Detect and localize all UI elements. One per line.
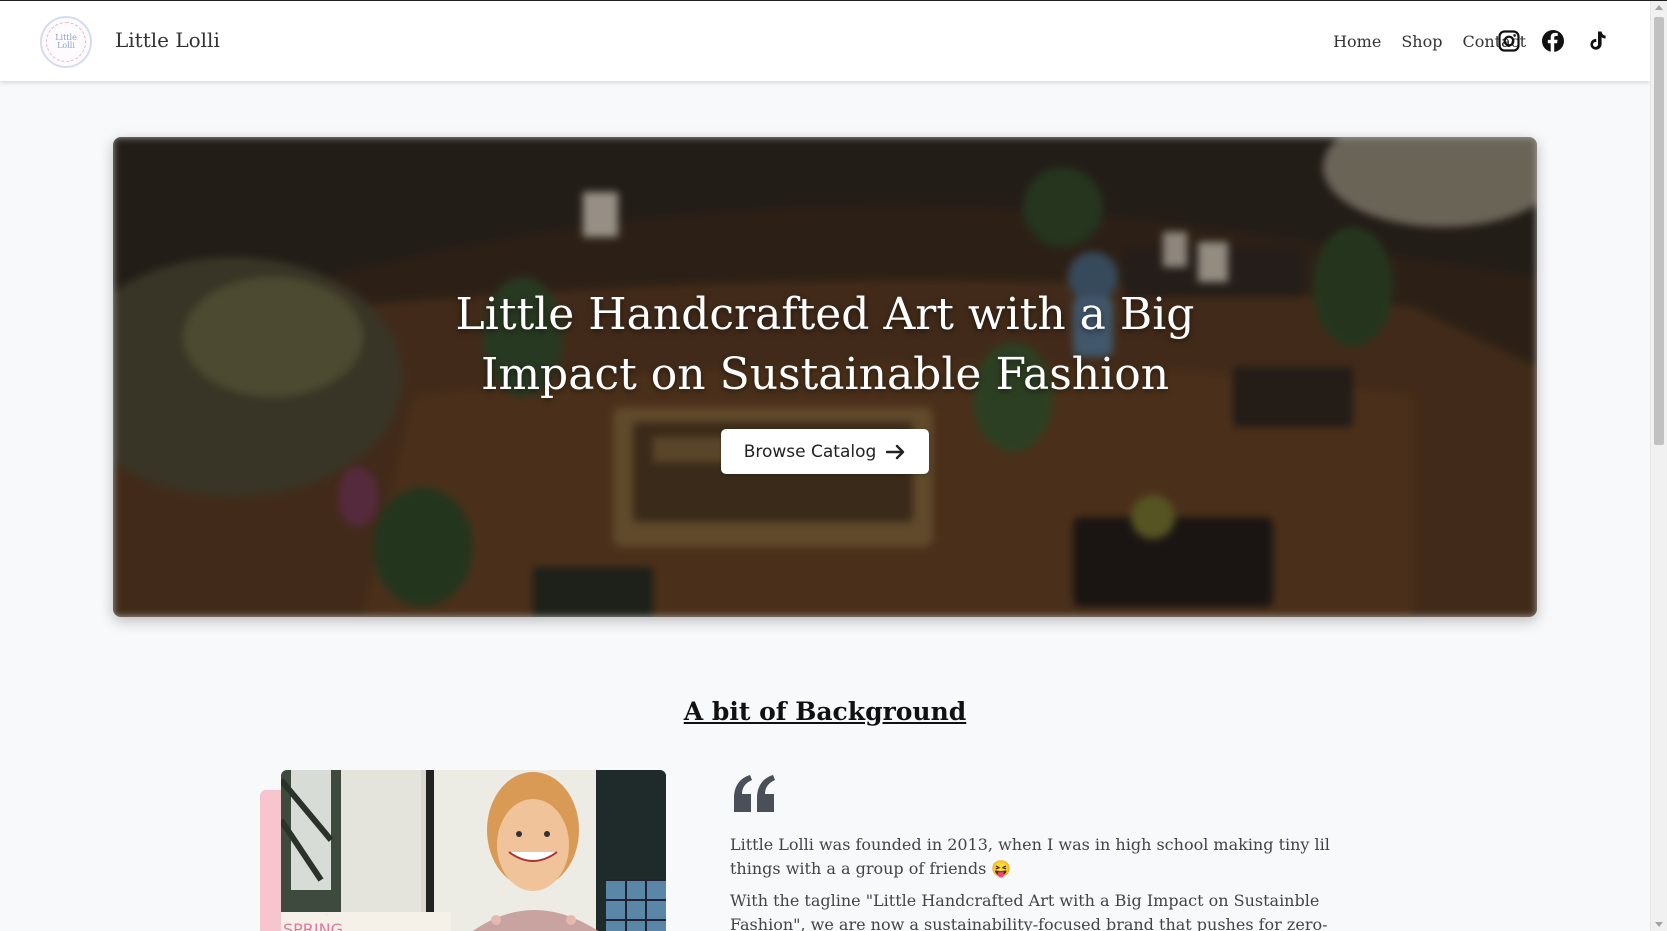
- quote-icon: [731, 768, 779, 816]
- section-title-background: A bit of Background: [683, 697, 967, 726]
- browse-catalog-button[interactable]: Browse Catalog: [721, 429, 929, 474]
- logo-text: Little Lolli: [46, 22, 86, 62]
- founder-photo: SPRING: [281, 770, 666, 931]
- instagram-icon[interactable]: [1497, 29, 1521, 53]
- background-paragraph-1: Little Lolli was founded in 2013, when I…: [730, 835, 1330, 878]
- background-paragraph-2: With the tagline "Little Handcrafted Art…: [730, 891, 1328, 931]
- hero-title: Little Handcrafted Art with a Big Impact…: [455, 289, 1195, 400]
- navbar: Little Lolli Little Lolli Home Shop Cont…: [0, 1, 1650, 81]
- scroll-down-icon[interactable]: [1655, 922, 1663, 927]
- scrollbar-thumb[interactable]: [1654, 17, 1664, 445]
- page-scrollbar[interactable]: [1650, 1, 1667, 931]
- arrow-right-icon: [886, 444, 905, 459]
- photo-sign-text: SPRING: [283, 920, 343, 931]
- nav-link-home[interactable]: Home: [1333, 32, 1381, 51]
- scroll-up-icon[interactable]: [1655, 5, 1663, 10]
- brand-name[interactable]: Little Lolli: [115, 28, 220, 52]
- nav-link-shop[interactable]: Shop: [1401, 32, 1442, 51]
- background-quote: Little Lolli was founded in 2013, when I…: [730, 833, 1370, 931]
- browse-catalog-label: Browse Catalog: [743, 441, 877, 462]
- tiktok-icon[interactable]: [1585, 29, 1609, 53]
- hero-banner: Little Handcrafted Art with a Big Impact…: [113, 137, 1537, 617]
- brand-logo[interactable]: Little Lolli: [40, 16, 92, 68]
- facebook-icon[interactable]: [1541, 29, 1565, 53]
